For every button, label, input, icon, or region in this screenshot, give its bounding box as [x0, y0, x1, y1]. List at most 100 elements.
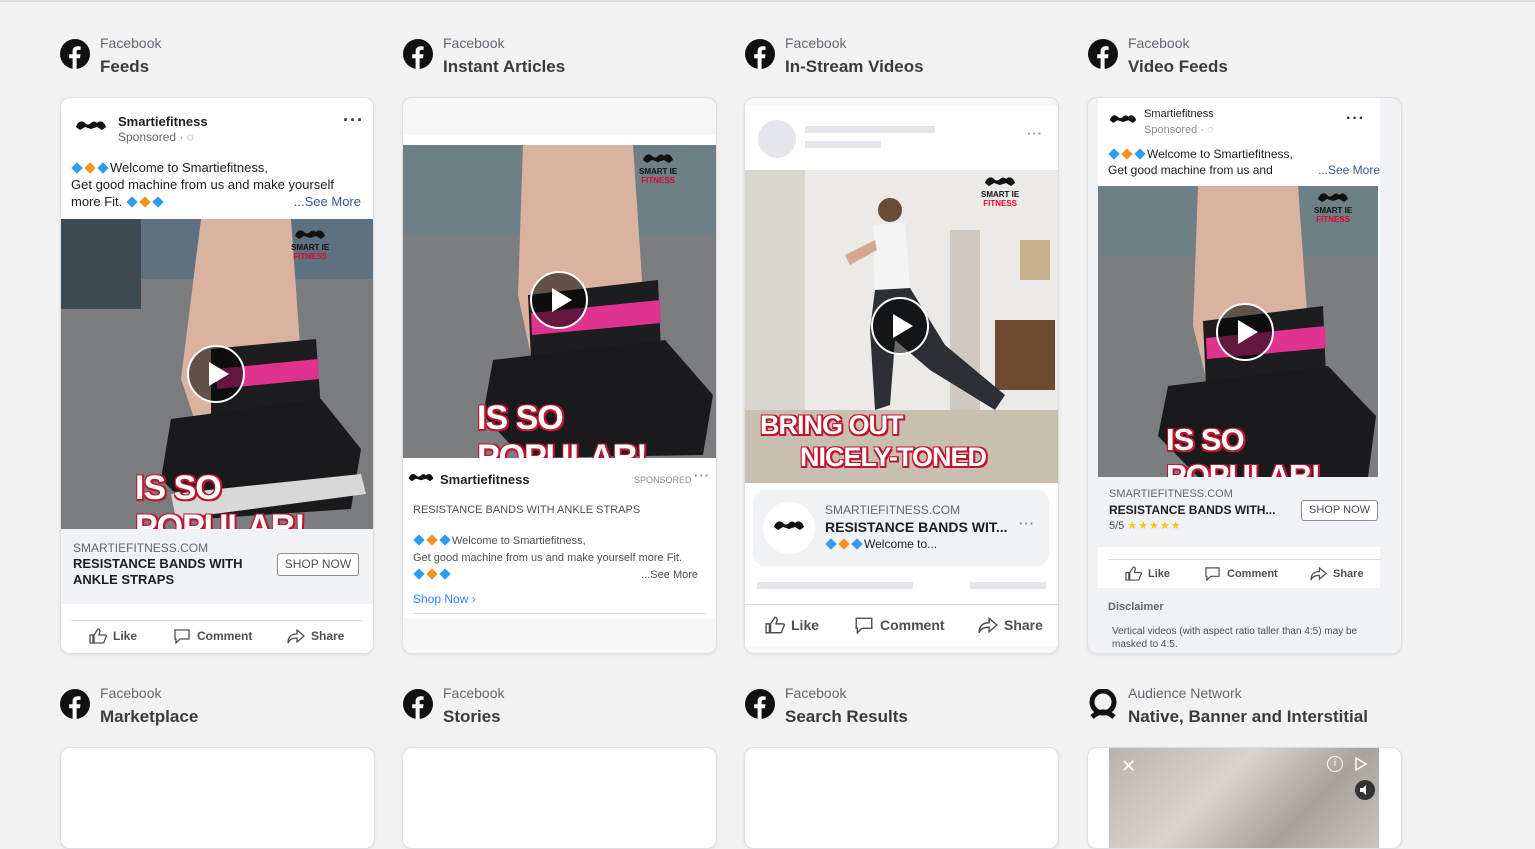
- placement-name: Instant Articles: [443, 57, 566, 76]
- page-name[interactable]: Smartiefitness: [440, 472, 530, 487]
- placement-header-instant-articles: Facebook Instant Articles: [403, 34, 565, 79]
- adchoices-icon[interactable]: [1354, 757, 1368, 771]
- shop-now-link[interactable]: Shop Now ›: [413, 592, 476, 606]
- muscle-logo-icon: [1318, 193, 1349, 202]
- info-icon[interactable]: i: [1327, 756, 1343, 772]
- link-headline: RESISTANCE BANDS WITH ANKLE STRAPS: [73, 556, 242, 588]
- diamond-emojis: [413, 567, 452, 584]
- muscle-logo-icon: [295, 230, 326, 239]
- link-description: Welcome to...: [825, 537, 937, 551]
- more-options-icon[interactable]: ···: [1019, 516, 1035, 531]
- link-headline: RESISTANCE BANDS WIT...: [825, 519, 1008, 535]
- play-button[interactable]: [187, 345, 245, 403]
- thumbs-up-icon: [89, 628, 107, 644]
- like-button[interactable]: Like: [1125, 566, 1170, 581]
- like-label: Like: [113, 629, 138, 643]
- ad-video[interactable]: SMART IE FITNESS BRING OUT NICELY-TONED: [745, 170, 1058, 483]
- more-options-icon[interactable]: ···: [1346, 110, 1365, 128]
- sponsored-label: Sponsored · ◌: [1144, 124, 1214, 136]
- like-button[interactable]: Like: [765, 616, 819, 634]
- ad-video[interactable]: SMART IE FITNESS IS SO POPULAR!: [1098, 186, 1378, 477]
- link-footer[interactable]: SMARTIEFITNESS.COM RESISTANCE BANDS WITH…: [1098, 477, 1380, 547]
- placement-name: Search Results: [785, 707, 908, 726]
- share-icon: [287, 628, 305, 644]
- facebook-icon: [745, 39, 775, 69]
- speaker-mute-icon: [1360, 785, 1366, 795]
- comment-label: Comment: [197, 629, 253, 643]
- comment-button[interactable]: Comment: [854, 616, 945, 634]
- preview-card-stories[interactable]: [402, 747, 717, 849]
- placement-header-video-feeds: Facebook Video Feeds: [1088, 34, 1228, 79]
- play-icon: [208, 362, 229, 386]
- more-options-icon[interactable]: ···: [343, 110, 364, 131]
- share-button[interactable]: Share: [978, 616, 1043, 634]
- close-icon[interactable]: ✕: [1121, 756, 1136, 777]
- placement-name: Marketplace: [100, 707, 199, 726]
- preview-card-instant-articles[interactable]: SMART IE FITNESS IS SO POPULAR! Smartiefi…: [402, 97, 717, 654]
- placement-header-audience-network: Audience Network Native, Banner and Inter…: [1088, 684, 1368, 729]
- more-options-icon[interactable]: ···: [694, 468, 710, 483]
- muscle-logo-icon: [985, 177, 1016, 186]
- preview-card-video-feeds[interactable]: Smartiefitness Sponsored · ◌ ··· Welcome…: [1087, 97, 1402, 654]
- preview-card-in-stream-videos[interactable]: ··· SMART IE FITNESS BRING OUT NICELY-TON…: [744, 97, 1059, 654]
- preview-card-audience-network[interactable]: ✕ i: [1087, 747, 1402, 849]
- shop-now-button[interactable]: SHOP NOW: [1301, 500, 1378, 521]
- ad-primary-text: Welcome to Smartiefitness, Get good mach…: [71, 159, 366, 210]
- share-button[interactable]: Share: [287, 628, 344, 644]
- play-button[interactable]: [871, 297, 929, 355]
- placement-header-marketplace: Facebook Marketplace: [60, 684, 198, 729]
- see-more-link[interactable]: ...See More: [641, 567, 698, 584]
- body-divider: [413, 613, 706, 614]
- more-options-icon[interactable]: ···: [1027, 126, 1043, 141]
- text-placeholder: [757, 582, 913, 589]
- shop-now-button[interactable]: SHOP NOW: [277, 553, 359, 576]
- thumbs-up-icon: [1125, 566, 1142, 581]
- preview-card-feeds[interactable]: Smartiefitness Sponsored · ◌ ··· Welcome…: [60, 97, 374, 654]
- platform-label: Facebook: [1128, 35, 1190, 51]
- diamond-emojis: [825, 537, 864, 551]
- actions-divider: [745, 604, 1058, 605]
- article-header-bar: [403, 135, 716, 145]
- sponsored-text: Sponsored: [118, 130, 177, 144]
- facebook-icon: [403, 689, 433, 719]
- facebook-icon: [60, 39, 90, 69]
- preview-card-marketplace[interactable]: [60, 747, 375, 849]
- see-more-link[interactable]: ...See More: [294, 193, 361, 210]
- link-card[interactable]: SMARTIEFITNESS.COM RESISTANCE BANDS WIT.…: [753, 490, 1049, 566]
- ad-video[interactable]: SMART IE FITNESS IS SO POPULAR!: [403, 145, 716, 458]
- play-button[interactable]: [530, 271, 588, 329]
- ad-video[interactable]: SMART IE FITNESS IS SO POPULAR!: [61, 219, 373, 529]
- muscle-logo-icon: [1109, 115, 1137, 123]
- preview-card-search-results[interactable]: [744, 747, 1059, 849]
- page-name[interactable]: Smartiefitness: [1144, 108, 1214, 120]
- muscle-logo-icon: [76, 121, 106, 130]
- audience-network-icon: [1089, 689, 1117, 719]
- globe-icon: ◌: [1207, 124, 1214, 136]
- logo-text: FITNESS: [983, 199, 1017, 208]
- facebook-icon: [745, 689, 775, 719]
- video-overlay-text: IS SO POPULAR!: [1166, 422, 1321, 477]
- page-name[interactable]: Smartiefitness: [118, 114, 208, 129]
- see-more-link[interactable]: ...See More: [1318, 162, 1380, 178]
- share-button[interactable]: Share: [1310, 566, 1364, 581]
- sponsored-label: Sponsored · ◌: [118, 130, 194, 144]
- comment-label: Comment: [1227, 567, 1278, 580]
- ad-text-line: Get good machine from us and: [1108, 163, 1273, 177]
- facebook-icon: [403, 39, 433, 69]
- muscle-logo-icon: [774, 521, 804, 530]
- logo-text: FITNESS: [293, 252, 327, 261]
- platform-label: Facebook: [100, 685, 162, 701]
- comment-button[interactable]: Comment: [1204, 566, 1278, 581]
- share-label: Share: [1333, 567, 1364, 580]
- like-button[interactable]: Like: [89, 628, 137, 644]
- comment-icon: [855, 617, 873, 634]
- facebook-icon: [60, 689, 90, 719]
- sponsored-text: Sponsored: [1144, 124, 1198, 136]
- blurred-ad-media: ✕ i: [1109, 748, 1379, 848]
- platform-label: Facebook: [100, 35, 162, 51]
- link-footer[interactable]: SMARTIEFITNESS.COM RESISTANCE BANDS WITH…: [61, 529, 373, 604]
- mute-button[interactable]: [1355, 780, 1375, 800]
- chevron-right-icon: ›: [471, 592, 476, 606]
- play-button[interactable]: [1216, 303, 1274, 361]
- comment-button[interactable]: Comment: [173, 628, 252, 644]
